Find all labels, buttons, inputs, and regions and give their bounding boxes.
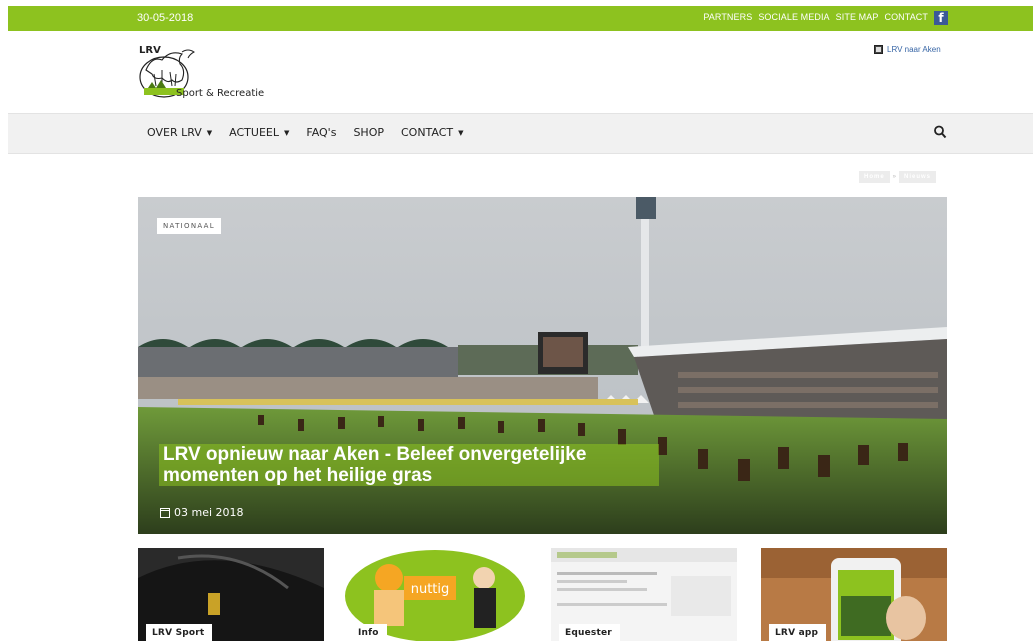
hero-date: 03 mei 2018 bbox=[160, 506, 244, 519]
nav-item-label: SHOP bbox=[353, 126, 384, 139]
chevron-down-icon: ▼ bbox=[283, 128, 290, 137]
breadcrumb-current: Nieuws bbox=[899, 171, 937, 183]
hero-article[interactable]: NATIONAAL LRV opnieuw naar Aken - Beleef… bbox=[138, 197, 947, 534]
nav-menu: OVER LRV ▼ ACTUEEL ▼ FAQ's SHOP CONTACT … bbox=[147, 126, 464, 139]
logo-brand-text: LRV bbox=[139, 45, 161, 56]
logo-subtitle: Sport & Recreatie bbox=[176, 88, 265, 99]
tile-equester[interactable]: Equester bbox=[551, 548, 737, 641]
category-badge[interactable]: NATIONAAL bbox=[157, 218, 221, 234]
main-nav: OVER LRV ▼ ACTUEEL ▼ FAQ's SHOP CONTACT … bbox=[8, 113, 1033, 154]
tile-label: Info bbox=[352, 624, 387, 641]
breadcrumb-separator: » bbox=[892, 174, 897, 180]
lrv-naar-aken-link[interactable]: LRV naar Aken bbox=[874, 45, 941, 54]
top-bar: 30-05-2018 PARTNERS SOCIALE MEDIA SITE M… bbox=[8, 6, 1033, 31]
hero-date-text: 03 mei 2018 bbox=[174, 506, 244, 519]
tile-bubble-text: nuttig bbox=[411, 582, 450, 597]
calendar-icon bbox=[160, 507, 170, 518]
top-link-sociale-media[interactable]: SOCIALE MEDIA bbox=[758, 12, 829, 22]
nav-item-faqs[interactable]: FAQ's bbox=[306, 126, 336, 139]
image-icon bbox=[874, 45, 883, 54]
top-link-contact[interactable]: CONTACT bbox=[884, 12, 928, 22]
tile-label: Equester bbox=[559, 624, 620, 641]
facebook-icon[interactable]: f bbox=[934, 11, 948, 25]
top-links: PARTNERS SOCIALE MEDIA SITE MAP CONTACT bbox=[703, 12, 928, 22]
tile-label: LRV Sport bbox=[146, 624, 213, 641]
nav-item-actueel[interactable]: ACTUEEL ▼ bbox=[229, 126, 289, 139]
nav-item-label: OVER LRV bbox=[147, 126, 202, 139]
nav-item-label: CONTACT bbox=[400, 126, 454, 139]
nav-item-over-lrv[interactable]: OVER LRV ▼ bbox=[147, 126, 212, 139]
tile-lrv-app[interactable]: LRV app bbox=[761, 548, 947, 641]
nav-item-shop[interactable]: SHOP bbox=[353, 126, 384, 139]
chevron-down-icon: ▼ bbox=[206, 128, 213, 137]
tile-info[interactable]: nuttig Info bbox=[344, 548, 530, 641]
tile-lrv-sport[interactable]: LRV Sport bbox=[138, 548, 324, 641]
lrv-naar-aken-label: LRV naar Aken bbox=[887, 45, 941, 54]
top-link-partners[interactable]: PARTNERS bbox=[703, 12, 752, 22]
nav-item-label: FAQ's bbox=[306, 126, 337, 139]
page: 30-05-2018 PARTNERS SOCIALE MEDIA SITE M… bbox=[0, 0, 1033, 641]
hero-title[interactable]: LRV opnieuw naar Aken - Beleef onvergete… bbox=[159, 444, 659, 486]
top-link-site-map[interactable]: SITE MAP bbox=[836, 12, 879, 22]
nav-item-contact[interactable]: CONTACT ▼ bbox=[401, 126, 464, 139]
breadcrumb-home[interactable]: Home bbox=[859, 171, 890, 183]
nav-item-label: ACTUEEL bbox=[229, 126, 279, 139]
breadcrumb: Home » Nieuws bbox=[859, 171, 937, 183]
current-date: 30-05-2018 bbox=[137, 12, 194, 24]
chevron-down-icon: ▼ bbox=[458, 128, 464, 137]
search-icon[interactable] bbox=[933, 124, 947, 140]
site-logo[interactable]: LRV Sport & Recreatie bbox=[136, 40, 296, 102]
tile-label: LRV app bbox=[769, 624, 827, 641]
